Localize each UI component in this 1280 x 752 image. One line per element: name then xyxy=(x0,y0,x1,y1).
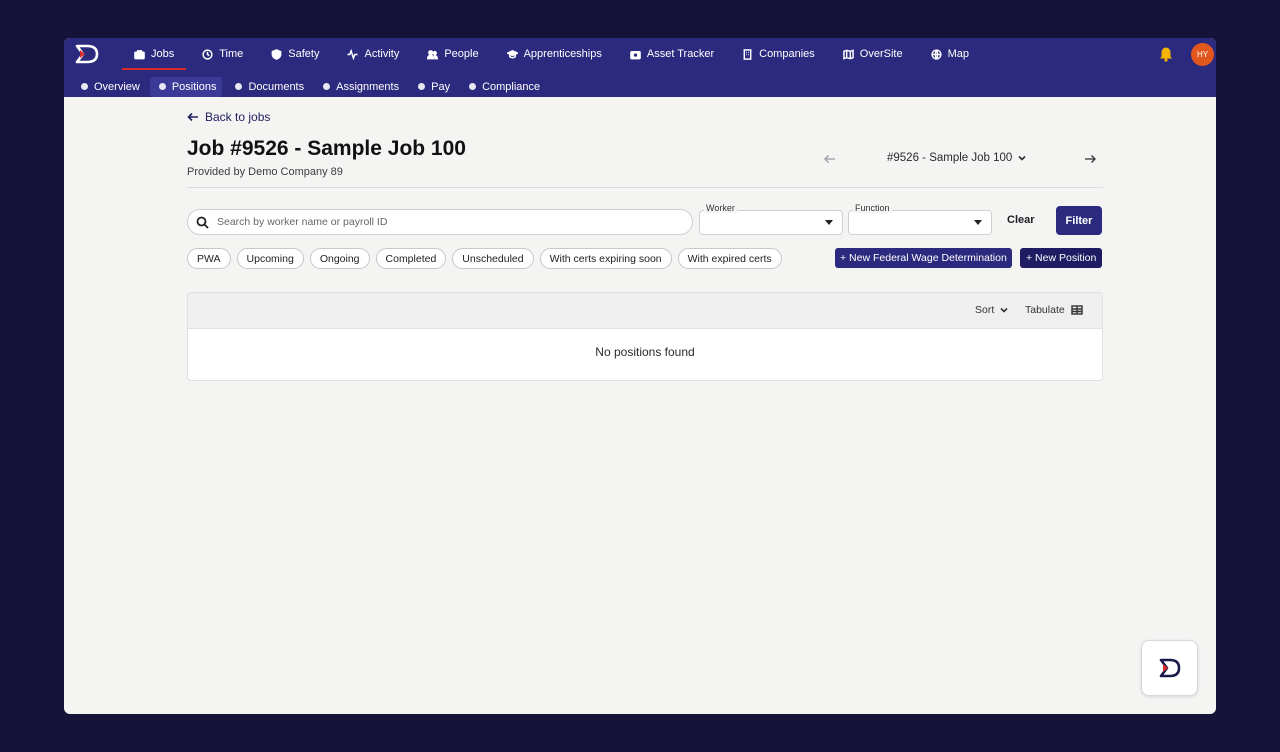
tab-label: Pay xyxy=(431,80,451,93)
tab-label: Overview xyxy=(94,80,140,93)
nav-item-time[interactable]: Time xyxy=(188,38,257,70)
header-divider xyxy=(187,187,1103,188)
nav-item-asset-tracker[interactable]: Asset Tracker xyxy=(616,38,728,70)
brand-logo-icon xyxy=(1159,658,1180,678)
new-position-button[interactable]: + New Position xyxy=(1020,248,1103,268)
nav-item-label: Map xyxy=(947,48,969,60)
dot-icon xyxy=(81,83,88,90)
nav-item-label: Time xyxy=(219,48,244,60)
avatar[interactable]: HY xyxy=(1191,43,1214,66)
worker-select-label: Worker xyxy=(704,203,737,213)
search-icon xyxy=(196,216,209,229)
nav-item-oversite[interactable]: OverSite xyxy=(829,38,917,70)
search-field[interactable] xyxy=(187,209,693,235)
previous-job-arrow-icon[interactable] xyxy=(823,152,837,166)
tab-overview[interactable]: Overview xyxy=(72,77,146,97)
nav-item-label: Safety xyxy=(288,48,320,60)
nav-item-companies[interactable]: Companies xyxy=(728,38,829,70)
search-input[interactable] xyxy=(217,216,657,228)
chip-completed[interactable]: Completed xyxy=(375,248,447,269)
people-icon xyxy=(427,49,439,60)
new-federal-wage-determination-button[interactable]: + New Federal Wage Determination xyxy=(835,248,1012,268)
nav-item-safety[interactable]: Safety xyxy=(257,38,333,70)
caret-down-icon xyxy=(825,220,833,225)
app-logo[interactable] xyxy=(74,43,100,65)
clock-icon xyxy=(202,48,213,60)
dot-icon xyxy=(235,83,243,90)
tab-label: Assignments xyxy=(336,80,400,93)
building-icon xyxy=(742,48,753,60)
nav-item-activity[interactable]: Activity xyxy=(333,38,413,70)
chip-upcoming[interactable]: Upcoming xyxy=(236,248,304,269)
chip-pwa[interactable]: PWA xyxy=(187,248,231,269)
tab-pay[interactable]: Pay xyxy=(409,77,456,97)
arrow-left-icon xyxy=(187,112,198,122)
nav-item-label: Apprenticeships xyxy=(523,48,602,60)
activity-icon xyxy=(347,48,359,60)
positions-panel: Sort Tabulate No positions found xyxy=(187,292,1103,381)
chevron-down-icon xyxy=(1018,155,1026,161)
filter-button[interactable]: Filter xyxy=(1056,206,1102,235)
filter-chips: PWA Upcoming Ongoing Completed Unschedul… xyxy=(187,248,782,269)
tab-compliance[interactable]: Compliance xyxy=(460,77,546,97)
tab-label: Documents xyxy=(248,80,305,93)
nav-item-map[interactable]: Map xyxy=(917,38,983,70)
nav-item-jobs[interactable]: Jobs xyxy=(120,38,188,70)
chip-ongoing[interactable]: Ongoing xyxy=(309,248,370,269)
empty-state-message: No positions found xyxy=(595,345,695,359)
back-link-label: Back to jobs xyxy=(205,110,271,124)
positions-panel-header: Sort Tabulate xyxy=(188,293,1102,329)
app-window: Jobs Time Safety Activity People Apprent… xyxy=(64,38,1216,714)
briefcase-icon xyxy=(134,49,145,60)
page-title: Job #9526 - Sample Job 100 xyxy=(187,137,466,160)
dot-icon xyxy=(323,83,331,90)
caret-down-icon xyxy=(974,220,982,225)
bell-icon[interactable] xyxy=(1158,46,1174,62)
job-selector-value: #9526 - Sample Job 100 xyxy=(887,152,1013,164)
tab-assignments[interactable]: Assignments xyxy=(314,77,405,97)
nav-item-label: Jobs xyxy=(151,48,175,60)
function-select[interactable]: Function xyxy=(848,203,992,235)
nav-item-label: People xyxy=(444,48,479,60)
shield-icon xyxy=(271,48,282,60)
dot-icon xyxy=(418,83,426,90)
nav-item-label: Activity xyxy=(364,48,400,60)
tabulate-toggle[interactable]: Tabulate xyxy=(1025,304,1083,316)
nav-item-label: Asset Tracker xyxy=(646,48,715,60)
nav-item-people[interactable]: People xyxy=(413,38,492,70)
worker-select[interactable]: Worker xyxy=(699,203,843,235)
sort-label: Sort xyxy=(975,304,995,316)
tab-label: Positions xyxy=(171,80,217,93)
back-to-jobs-link[interactable]: Back to jobs xyxy=(187,110,270,124)
tab-positions[interactable]: Positions xyxy=(149,76,223,97)
nav-item-label: Companies xyxy=(759,48,815,60)
job-subnav: Overview Positions Documents Assignments… xyxy=(72,76,546,97)
chip-certs-expiring-soon[interactable]: With certs expiring soon xyxy=(539,248,672,269)
dot-icon xyxy=(469,83,477,90)
main-nav: Jobs Time Safety Activity People Apprent… xyxy=(120,38,983,70)
brand-badge[interactable] xyxy=(1141,640,1198,696)
camera-icon xyxy=(630,49,641,60)
dot-icon xyxy=(158,83,166,90)
table-icon xyxy=(1071,305,1083,315)
nav-item-apprenticeships[interactable]: Apprenticeships xyxy=(493,38,616,70)
globe-icon xyxy=(930,48,942,60)
graduation-cap-icon xyxy=(506,49,518,60)
chip-expired-certs[interactable]: With expired certs xyxy=(677,248,782,269)
clear-button[interactable]: Clear xyxy=(1007,214,1035,226)
function-select-label: Function xyxy=(853,203,892,213)
top-navigation-bar: Jobs Time Safety Activity People Apprent… xyxy=(64,38,1216,97)
page-subtitle: Provided by Demo Company 89 xyxy=(187,166,343,178)
job-selector-dropdown[interactable]: #9526 - Sample Job 100 xyxy=(887,152,1027,164)
chip-unscheduled[interactable]: Unscheduled xyxy=(452,248,534,269)
sort-dropdown[interactable]: Sort xyxy=(975,304,1009,316)
map-book-icon xyxy=(842,48,854,60)
nav-item-label: OverSite xyxy=(859,48,903,60)
chevron-down-icon xyxy=(1000,307,1008,313)
tabulate-label: Tabulate xyxy=(1025,304,1065,316)
next-job-arrow-icon[interactable] xyxy=(1083,152,1097,166)
tab-documents[interactable]: Documents xyxy=(226,77,310,97)
avatar-initials: HY xyxy=(1196,50,1209,59)
tab-label: Compliance xyxy=(482,80,541,93)
